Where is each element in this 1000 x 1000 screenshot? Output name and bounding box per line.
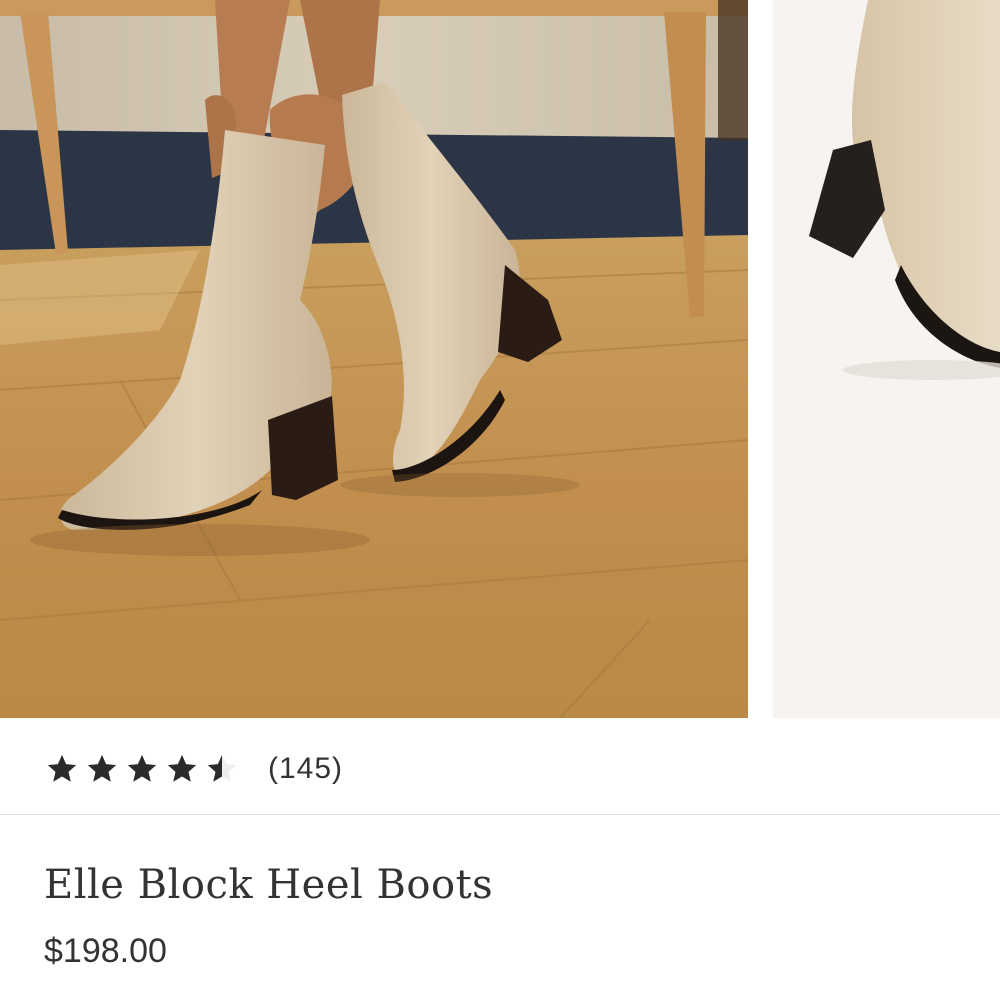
lifestyle-photo[interactable] [0, 0, 748, 718]
product-title: Elle Block Heel Boots [44, 862, 494, 908]
product-image-carousel[interactable] [0, 0, 1000, 718]
star-filled-icon [127, 754, 157, 782]
star-rating[interactable] [44, 752, 240, 786]
star-filled-icon [167, 754, 197, 782]
product-price: $198.00 [44, 932, 167, 970]
star-filled-icon [87, 754, 117, 782]
product-photo[interactable] [773, 0, 1000, 718]
star-filled-icon [47, 754, 77, 782]
star-half-icon [207, 754, 237, 782]
review-count-link[interactable]: (145) [268, 752, 343, 786]
